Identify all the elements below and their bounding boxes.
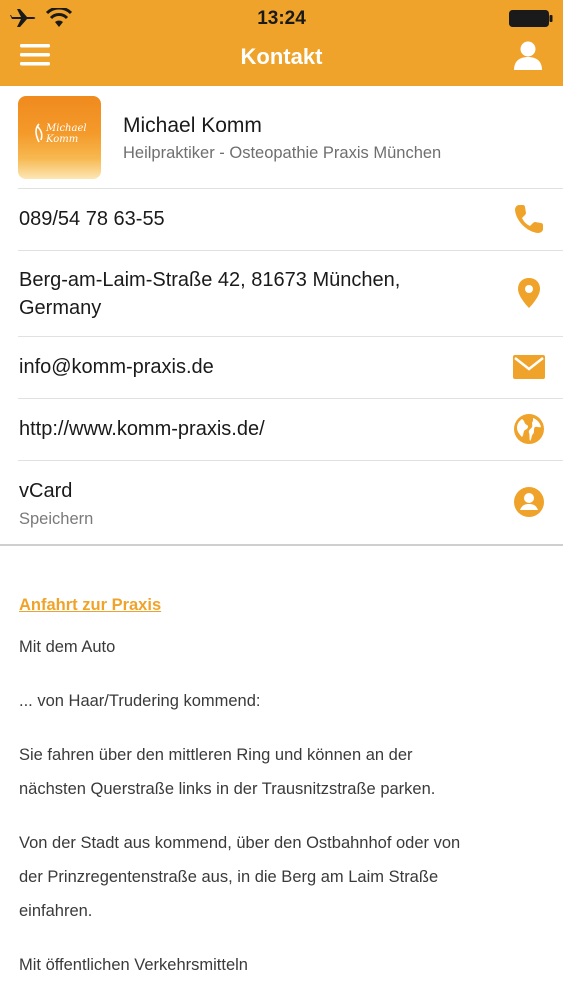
contact-name: Michael Komm — [123, 114, 262, 137]
directions-content: Anfahrt zur Praxis Mit dem Auto ... von … — [19, 596, 544, 982]
row-divider — [18, 250, 563, 251]
vcard-row[interactable]: vCard Speichern — [0, 460, 563, 544]
vcard-sublabel: Speichern — [19, 510, 94, 528]
battery-icon — [509, 10, 553, 27]
section-divider — [0, 544, 563, 546]
paragraph-public-transport: Mit öffentlichen Verkehrsmitteln — [19, 956, 248, 974]
website-row[interactable]: http://www.komm-praxis.de/ — [0, 398, 563, 460]
practice-logo: Michael Komm — [18, 96, 101, 179]
paragraph-ring: Sie fahren über den mittleren Ring und k… — [19, 746, 436, 798]
directions-link[interactable]: Anfahrt zur Praxis — [19, 596, 161, 615]
address-row[interactable]: Berg-am-Laim-Straße 42, 81673 München, G… — [0, 250, 563, 336]
phone-icon[interactable] — [512, 202, 546, 236]
phone-row[interactable]: 089/54 78 63-55 — [0, 188, 563, 250]
website-url[interactable]: http://www.komm-praxis.de/ — [19, 415, 265, 443]
email-row[interactable]: info@komm-praxis.de — [0, 336, 563, 398]
logo-text: Michael Komm — [46, 123, 87, 145]
status-time: 13:24 — [257, 8, 306, 29]
contact-card-icon[interactable] — [512, 485, 546, 519]
row-divider — [18, 398, 563, 399]
contact-subtitle: Heilpraktiker - Osteopathie Praxis Münch… — [123, 144, 442, 162]
logo-figure-icon — [35, 123, 43, 143]
envelope-icon[interactable] — [512, 350, 546, 384]
profile-header: Michael Komm Michael Komm Heilpraktiker … — [0, 86, 563, 186]
phone-number[interactable]: 089/54 78 63-55 — [19, 205, 165, 233]
app-header: 13:24 Kontakt — [0, 0, 563, 86]
vcard-label[interactable]: vCard — [19, 477, 72, 505]
navigation-bar: Kontakt — [0, 36, 563, 86]
paragraph-from-haar: ... von Haar/Trudering kommend: — [19, 692, 261, 710]
paragraph-from-city: Von der Stadt aus kommend, über den Ostb… — [19, 834, 461, 920]
row-divider — [18, 188, 563, 189]
row-divider — [18, 460, 563, 461]
status-bar: 13:24 — [0, 0, 563, 36]
row-divider — [18, 336, 563, 337]
location-pin-icon[interactable] — [512, 276, 546, 310]
address[interactable]: Berg-am-Laim-Straße 42, 81673 München, G… — [19, 266, 400, 322]
email-address[interactable]: info@komm-praxis.de — [19, 353, 214, 381]
user-icon[interactable] — [513, 40, 543, 70]
globe-icon[interactable] — [512, 412, 546, 446]
page-title: Kontakt — [240, 44, 323, 69]
paragraph-by-car: Mit dem Auto — [19, 638, 116, 656]
